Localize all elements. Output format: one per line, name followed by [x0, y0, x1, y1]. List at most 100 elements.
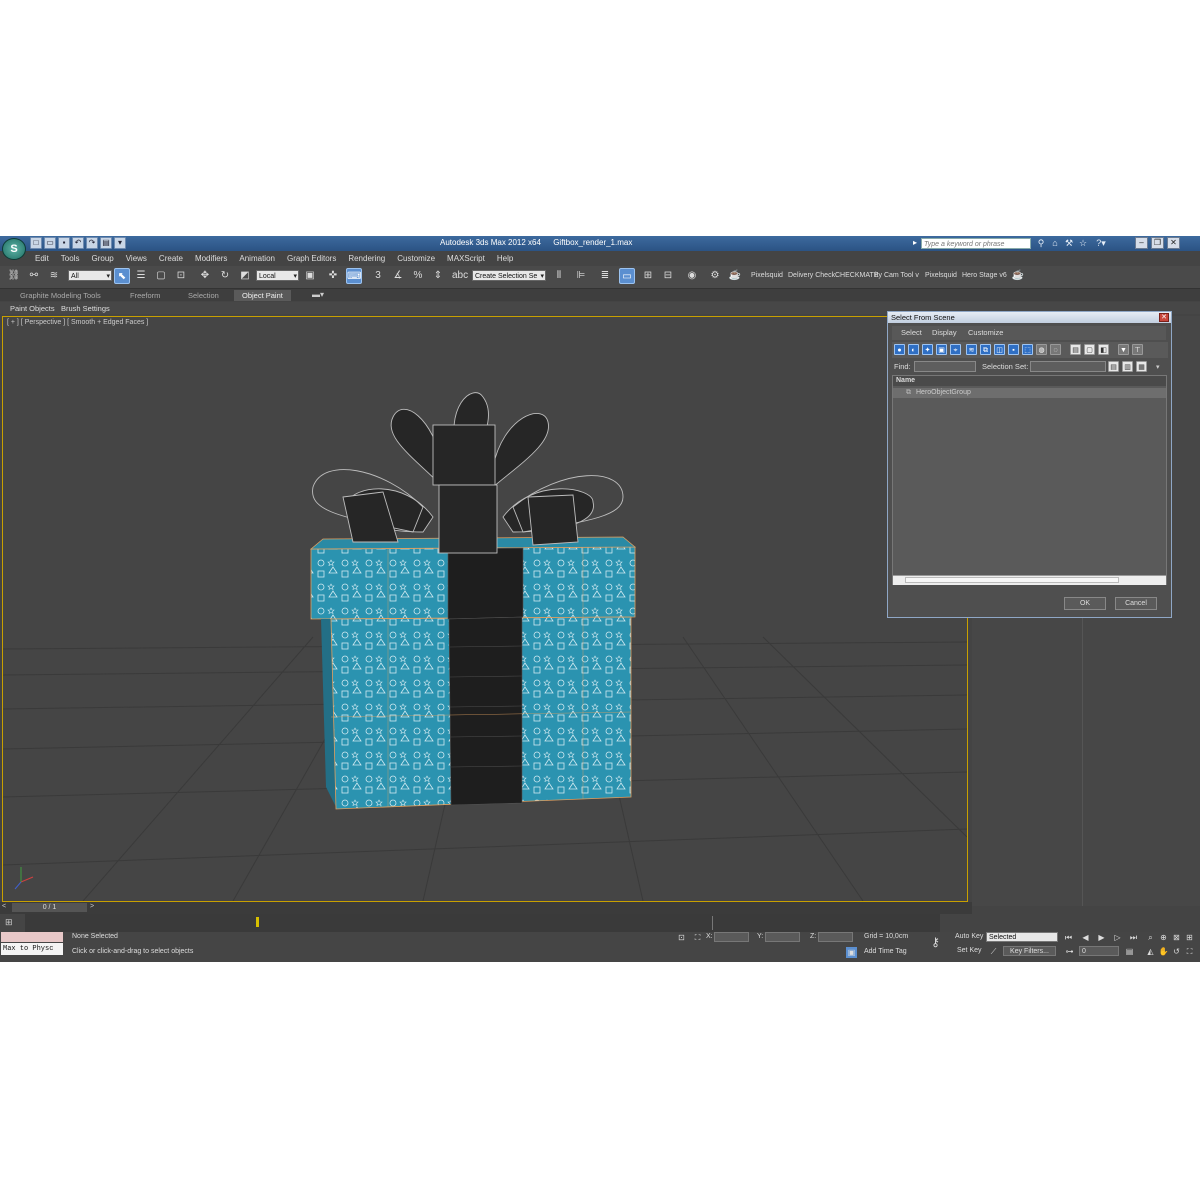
y-coordinate-field[interactable] — [765, 932, 800, 942]
select-object-icon[interactable]: ⬉ — [114, 268, 130, 284]
go-to-start-icon[interactable]: ⏮ — [1063, 932, 1074, 943]
create-set-icon[interactable]: ▤ — [1108, 361, 1119, 372]
perspective-viewport[interactable]: [ + ] [ Perspective ] [ Smooth + Edged F… — [2, 316, 968, 902]
selection-set-dropdown[interactable] — [1030, 361, 1106, 372]
options-dropdown-icon[interactable]: ▾ — [1156, 363, 1160, 371]
brush-settings-panel[interactable]: Brush Settings — [61, 303, 110, 314]
unlink-icon[interactable]: ⚯ — [26, 268, 42, 284]
dialog-menu-display[interactable]: Display — [932, 328, 957, 337]
plugin-delivery-check[interactable]: Delivery Check — [788, 272, 835, 279]
menu-animation[interactable]: Animation — [233, 253, 281, 265]
next-frame-icon[interactable]: > — [90, 903, 94, 910]
favorites-star-icon[interactable]: ☆ — [1078, 237, 1088, 249]
keyboard-shortcut-override-icon[interactable]: ⌨ — [346, 268, 362, 284]
next-frame-button-icon[interactable]: ▷ — [1112, 932, 1123, 943]
hidden-filter-icon[interactable]: ◌ — [1050, 344, 1061, 355]
app-logo-button[interactable]: S — [2, 238, 26, 260]
absolute-mode-icon[interactable]: ⛶ — [692, 932, 703, 943]
tab-selection[interactable]: Selection — [180, 290, 227, 301]
selection-region-icon[interactable]: ▢ — [153, 268, 169, 284]
link-icon[interactable]: ⛓ — [6, 268, 22, 284]
select-all-icon[interactable]: ▤ — [1070, 344, 1081, 355]
list-item[interactable]: ⧉ HeroObjectGroup — [893, 388, 1166, 398]
time-slider[interactable]: < 0 / 1 > — [0, 902, 972, 914]
prev-frame-icon[interactable]: < — [2, 903, 6, 910]
tab-freeform[interactable]: Freeform — [122, 290, 168, 301]
lights-filter-icon[interactable]: ✦ — [922, 344, 933, 355]
menu-help[interactable]: Help — [491, 253, 519, 265]
menu-tools[interactable]: Tools — [55, 253, 86, 265]
dialog-close-icon[interactable]: ✕ — [1159, 313, 1169, 322]
communication-center-icon[interactable]: ⚒ — [1064, 237, 1074, 249]
hierarchy-icon[interactable]: ⊤ — [1132, 344, 1143, 355]
helpers-filter-icon[interactable]: ⌖ — [950, 344, 961, 355]
scale-icon[interactable]: ◩ — [237, 268, 253, 284]
paint-objects-panel[interactable]: Paint Objects — [10, 303, 55, 314]
containers-filter-icon[interactable]: ⬚ — [1022, 344, 1033, 355]
go-to-end-icon[interactable]: ⏭ — [1128, 932, 1139, 943]
set-key-button[interactable]: Set Key — [957, 947, 982, 954]
zoom-icon[interactable]: ⌕ — [1145, 932, 1156, 943]
tab-object-paint[interactable]: Object Paint — [234, 290, 291, 301]
restore-icon[interactable]: ❐ — [1151, 237, 1164, 249]
menu-customize[interactable]: Customize — [391, 253, 441, 265]
orbit-icon[interactable]: ↺ — [1171, 946, 1182, 957]
window-crossing-icon[interactable]: ⊡ — [173, 268, 189, 284]
teapot-icon[interactable]: ☕ — [1010, 268, 1026, 284]
previous-frame-icon[interactable]: ◀ — [1080, 932, 1091, 943]
reference-coordinate-dropdown[interactable]: Local — [256, 270, 299, 282]
maximize-viewport-icon[interactable]: ⛶ — [1184, 946, 1195, 957]
x-coordinate-field[interactable] — [714, 932, 749, 942]
angle-snap-icon[interactable]: ∡ — [390, 268, 406, 284]
menu-group[interactable]: Group — [85, 253, 119, 265]
maxscript-mini-listener[interactable]: Max to Physc — [1, 943, 63, 955]
plugin-pixelsquid-1[interactable]: Pixelsquid — [751, 272, 783, 279]
ribbon-options-icon[interactable]: ▬▾ — [312, 290, 324, 299]
remove-from-set-icon[interactable]: ▦ — [1136, 361, 1147, 372]
add-time-tag[interactable]: Add Time Tag — [864, 948, 907, 955]
select-by-name-icon[interactable]: ☰ — [133, 268, 149, 284]
undo-icon[interactable]: ↶ — [72, 237, 84, 249]
ok-button[interactable]: OK — [1064, 597, 1106, 610]
percent-snap-icon[interactable]: % — [410, 268, 426, 284]
curve-editor-icon[interactable]: ⊞ — [640, 268, 656, 284]
time-ruler[interactable] — [25, 914, 940, 932]
pan-icon[interactable]: ✋ — [1158, 946, 1169, 957]
set-key-icon[interactable]: ⟋ — [988, 946, 999, 957]
edit-named-selection-icon[interactable]: abc — [452, 268, 468, 284]
mini-curve-editor-icon[interactable]: ⊞ — [5, 917, 13, 928]
subscription-icon[interactable]: ⌂ — [1050, 237, 1060, 249]
menu-views[interactable]: Views — [120, 253, 153, 265]
key-set-dropdown[interactable]: Selected — [986, 932, 1058, 942]
menu-edit[interactable]: Edit — [29, 253, 55, 265]
plugin-checkmate[interactable]: CHECKMATE — [835, 272, 878, 279]
dialog-menu-select[interactable]: Select — [901, 328, 922, 337]
geometry-filter-icon[interactable]: ● — [894, 344, 905, 355]
named-selection-set-dropdown[interactable]: Create Selection Se — [472, 270, 546, 282]
project-folder-icon[interactable]: ▤ — [100, 237, 112, 249]
bone-filter-icon[interactable]: ▪ — [1008, 344, 1019, 355]
save-icon[interactable]: ▪ — [58, 237, 70, 249]
bind-space-warp-icon[interactable]: ≋ — [46, 268, 62, 284]
horizontal-scrollbar[interactable] — [893, 575, 1166, 585]
material-editor-icon[interactable]: ◉ — [684, 268, 700, 284]
graphite-ribbon-icon[interactable]: ▭ — [619, 268, 635, 284]
select-invert-icon[interactable]: ◧ — [1098, 344, 1109, 355]
z-coordinate-field[interactable] — [818, 932, 853, 942]
viewport-label[interactable]: [ + ] [ Perspective ] [ Smooth + Edged F… — [7, 319, 148, 326]
dialog-menu-customize[interactable]: Customize — [968, 328, 1003, 337]
field-of-view-icon[interactable]: ◭ — [1145, 946, 1156, 957]
qat-dropdown-icon[interactable]: ▾ — [114, 237, 126, 249]
lock-selection-icon[interactable]: ⊡ — [676, 932, 687, 943]
timeline-track[interactable]: ⊞ — [0, 914, 940, 932]
cancel-button[interactable]: Cancel — [1115, 597, 1157, 610]
plugin-pixelsquid-2[interactable]: Pixelsquid — [925, 272, 957, 279]
maxscript-listener-top[interactable] — [1, 932, 63, 942]
key-filters-button[interactable]: Key Filters... — [1003, 946, 1056, 956]
mirror-icon[interactable]: ⫴ — [551, 268, 567, 284]
menu-modifiers[interactable]: Modifiers — [189, 253, 233, 265]
pivot-center-icon[interactable]: ▣ — [302, 268, 318, 284]
filter-funnel-icon[interactable]: ▼ — [1118, 344, 1129, 355]
help-icon[interactable]: ?▾ — [1092, 237, 1110, 249]
key-mode-icon[interactable]: ⚷ — [930, 936, 941, 948]
